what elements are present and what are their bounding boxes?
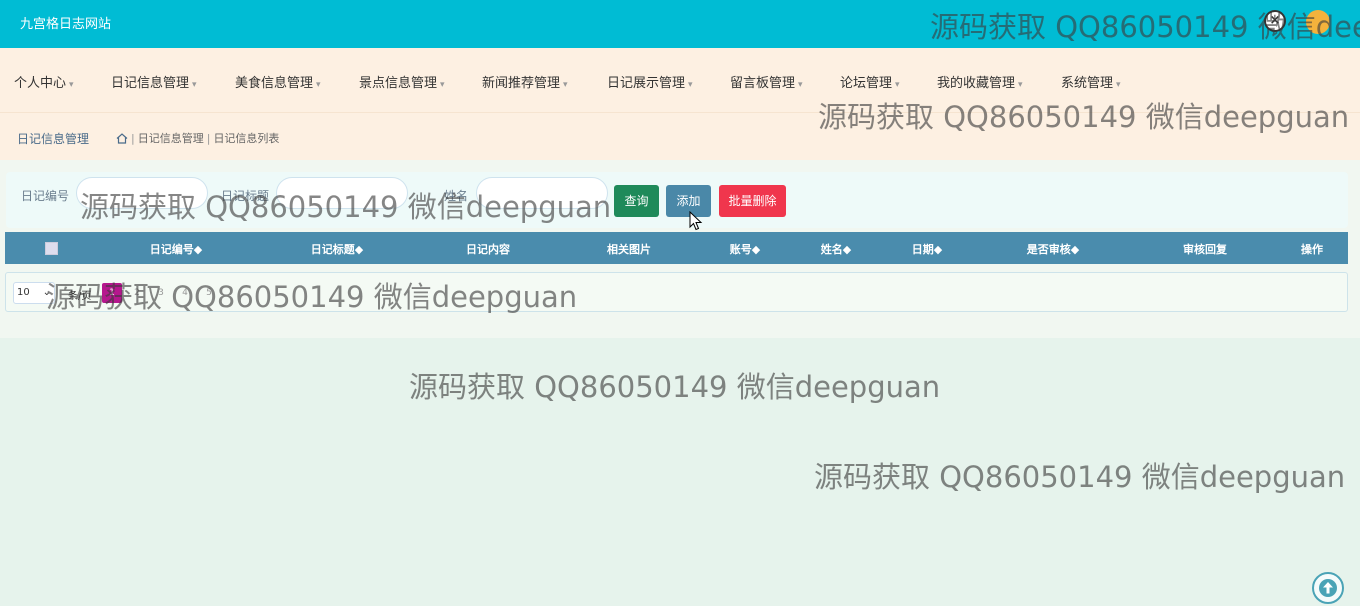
caret-down-icon: ▾ (69, 80, 74, 90)
diary-title-input[interactable] (276, 177, 408, 209)
watermark-text: 源码获取 QQ86050149 微信deepguan (409, 370, 941, 404)
arrow-up-icon (1319, 579, 1337, 597)
caret-down-icon: ▾ (895, 80, 900, 90)
nav-item-system[interactable]: 系统管理 ▾ (1061, 72, 1121, 91)
column-header[interactable]: 姓名◆ (821, 241, 851, 257)
nav-item-label: 我的收藏管理 (937, 76, 1016, 91)
caret-down-icon: ▾ (192, 80, 197, 90)
nav-item-forum[interactable]: 论坛管理 ▾ (840, 72, 900, 91)
nav-item-label: 景点信息管理 (359, 76, 438, 91)
caret-down-icon: ▾ (563, 80, 568, 90)
nav-item-label: 系统管理 (1061, 76, 1114, 91)
nav-item-message-board[interactable]: 留言板管理 ▾ (730, 72, 803, 91)
main-nav: 个人中心 ▾ 日记信息管理 ▾ 美食信息管理 ▾ 景点信息管理 ▾ 新闻推荐管理 ▾ 日记… (0, 48, 1360, 112)
page-size-value: 10 (17, 287, 30, 298)
caret-down-icon: ▾ (1018, 80, 1023, 90)
breadcrumb-item[interactable]: 日记信息管理 (138, 132, 204, 145)
nav-item-label: 日记展示管理 (607, 76, 686, 91)
avatar[interactable] (1306, 10, 1330, 34)
per-page-label: 条/页 (68, 291, 92, 302)
caret-down-icon: ▾ (440, 80, 445, 90)
chevron-down-icon: ⌄ (42, 287, 51, 298)
page-button[interactable]: 2 (127, 283, 147, 303)
breadcrumb: | 日记信息管理 | 日记信息列表 (116, 130, 279, 147)
column-header: 相关图片 (607, 243, 651, 256)
page-title: 日记信息管理 (17, 132, 90, 146)
nav-item-label: 日记信息管理 (111, 76, 190, 91)
breadcrumb-separator: | (131, 132, 135, 145)
caret-down-icon: ▾ (688, 80, 693, 90)
nav-item-news[interactable]: 新闻推荐管理 ▾ (482, 72, 568, 91)
nav-item-label: 论坛管理 (840, 76, 893, 91)
top-bar: 九宫格日志网站 × (0, 0, 1360, 48)
search-bar: 日记编号 日记标题 姓名 查询 添加 批量删除 (6, 172, 1348, 228)
nav-item-label: 个人中心 (14, 76, 67, 91)
caret-down-icon: ▾ (798, 80, 803, 90)
nav-item-scenic-info[interactable]: 景点信息管理 ▾ (359, 72, 445, 91)
select-all-checkbox[interactable] (45, 242, 58, 255)
column-header: 操作 (1301, 243, 1323, 256)
nav-item-personal-center[interactable]: 个人中心 ▾ (14, 72, 74, 91)
nav-item-label: 美食信息管理 (235, 76, 314, 91)
caret-down-icon: ▾ (1116, 80, 1121, 90)
page-button[interactable]: 3 (151, 283, 171, 303)
breadcrumb-item: 日记信息列表 (213, 132, 280, 145)
nav-item-favorites[interactable]: 我的收藏管理 ▾ (937, 72, 1023, 91)
column-header[interactable]: 账号◆ (730, 241, 760, 257)
page-button[interactable]: 4 (175, 283, 195, 303)
page-button[interactable]: 5 (199, 283, 219, 303)
table-header: 日记编号◆ 日记标题◆ 日记内容 相关图片 账号◆ 姓名◆ 日期◆ 是否审核◆ … (5, 232, 1348, 264)
page-size-select[interactable]: 10 ⌄ (13, 282, 55, 304)
search-label-diary-title: 日记标题 (221, 189, 270, 203)
pagination: 10 ⌄ 条/页 1 2 3 4 5 (5, 272, 1348, 312)
watermark-text: 源码获取 QQ86050149 微信deepguan (814, 460, 1346, 494)
column-header: 日记内容 (466, 243, 510, 256)
column-header[interactable]: 是否审核◆ (1027, 241, 1079, 257)
column-header[interactable]: 日记标题◆ (311, 241, 363, 257)
batch-delete-button[interactable]: 批量删除 (719, 185, 786, 217)
caret-down-icon: ▾ (316, 80, 321, 90)
close-icon[interactable]: × (1264, 10, 1286, 32)
search-button[interactable]: 查询 (614, 185, 659, 217)
nav-item-diary-info[interactable]: 日记信息管理 ▾ (111, 72, 197, 91)
name-input[interactable] (476, 177, 608, 209)
column-header[interactable]: 日期◆ (912, 241, 942, 257)
nav-item-food-info[interactable]: 美食信息管理 ▾ (235, 72, 321, 91)
search-label-diary-id: 日记编号 (21, 189, 70, 203)
column-header: 审核回复 (1183, 243, 1227, 256)
nav-item-diary-display[interactable]: 日记展示管理 ▾ (607, 72, 693, 91)
nav-item-label: 留言板管理 (730, 76, 796, 91)
brand-title[interactable]: 九宫格日志网站 (20, 13, 111, 32)
nav-item-label: 新闻推荐管理 (482, 76, 561, 91)
back-to-top-button[interactable] (1312, 572, 1344, 604)
search-label-name: 姓名 (444, 189, 469, 203)
breadcrumb-bar: 日记信息管理 | 日记信息管理 | 日记信息列表 (0, 112, 1360, 161)
home-icon[interactable] (116, 133, 128, 147)
page-button[interactable]: 1 (102, 283, 122, 303)
breadcrumb-separator: | (206, 132, 211, 145)
diary-id-input[interactable] (76, 177, 208, 209)
column-header[interactable]: 日记编号◆ (150, 241, 202, 257)
